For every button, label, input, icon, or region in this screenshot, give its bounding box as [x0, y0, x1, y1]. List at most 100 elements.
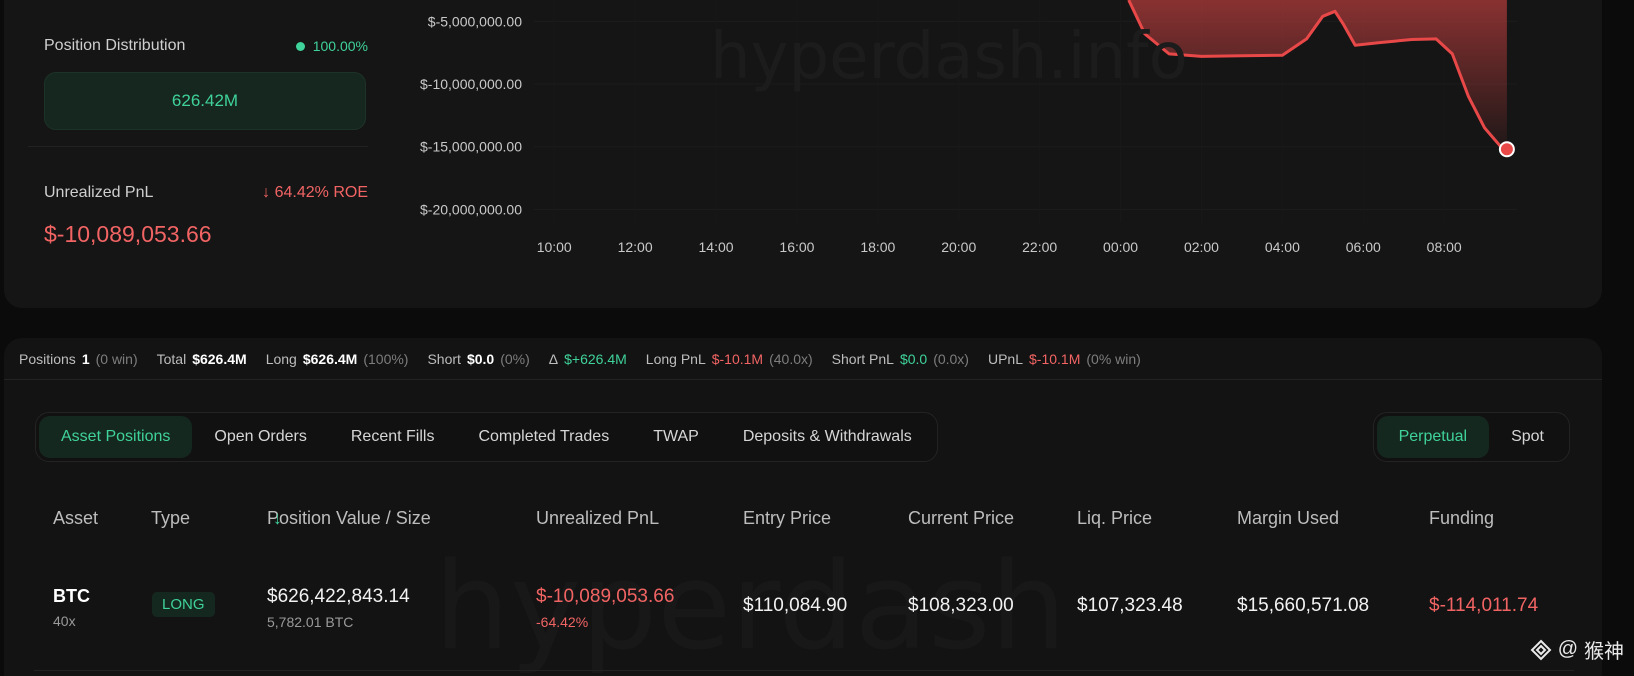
stat-label: Long — [265, 350, 297, 367]
corner-at: @ — [1557, 638, 1578, 660]
header-type[interactable]: Type — [151, 508, 190, 529]
diamond-logo-icon — [1530, 639, 1552, 660]
corner-watermark: @ 猴神 — [1530, 635, 1624, 664]
stat-value: 1 — [81, 350, 90, 367]
tab-open-orders[interactable]: Open Orders — [192, 416, 328, 458]
stat-label: UPnL — [987, 350, 1024, 367]
row-divider — [34, 670, 1574, 671]
funding: $-114,011.74 — [1429, 595, 1539, 616]
green-dot-icon — [295, 41, 305, 51]
cell-asset: BTC 40x — [53, 586, 90, 629]
stat-total: Total $626.4M — [157, 351, 247, 367]
market-toggle: Perpetual Spot — [1372, 412, 1570, 462]
x-tick-label: 02:00 — [1184, 239, 1219, 255]
current-price: $108,323.00 — [908, 595, 1014, 616]
tab-twap[interactable]: TWAP — [631, 416, 721, 458]
last-point-marker — [1498, 141, 1515, 158]
position-distribution-title: Position Distribution — [44, 37, 186, 54]
y-tick-label: $-5,000,000.00 — [428, 13, 522, 29]
y-tick-label: $-10,000,000.00 — [420, 76, 522, 92]
margin-used: $15,660,571.08 — [1237, 595, 1370, 616]
table-header: Asset Type Position Value / Size ↓ Unreal… — [4, 508, 1602, 538]
x-tick-label: 04:00 — [1265, 239, 1300, 255]
y-tick-label: $-15,000,000.00 — [420, 139, 522, 155]
x-tick-label: 18:00 — [860, 239, 895, 255]
position-distribution-bar-value: 626.42M — [171, 91, 239, 110]
header-funding[interactable]: Funding — [1429, 508, 1494, 529]
tab-completed-trades[interactable]: Completed Trades — [456, 416, 631, 458]
header-liq-price[interactable]: Liq. Price — [1077, 508, 1152, 529]
cell-unrealized-pnl: $-10,089,053.66 -64.42% — [536, 586, 674, 630]
positions-stats-bar: Positions 1 (0 win) Total $626.4M Long $… — [4, 338, 1602, 380]
position-distribution-bar: 626.42M — [44, 72, 366, 130]
arrow-down-icon: ↓ — [262, 184, 271, 201]
divider — [28, 146, 368, 147]
positions-tabs: Asset Positions Open Orders Recent Fills… — [35, 412, 938, 462]
pnl-chart-svg: $-5,000,000.00 $-10,000,000.00 $-15,000,00… — [420, 0, 1517, 255]
tab-deposits-withdrawals[interactable]: Deposits & Withdrawals — [721, 416, 934, 458]
stat-short-pnl: Short PnL $0.0 (0.0x) — [832, 351, 969, 367]
x-tick-label: 16:00 — [779, 239, 814, 255]
stat-sub: (40.0x) — [769, 350, 813, 367]
corner-name: 猴神 — [1584, 641, 1624, 663]
unrealized-pnl-roe: ↓ 64.42% ROE — [262, 184, 368, 202]
unrealized-pnl-value: $-10,089,053.66 — [44, 221, 212, 247]
stat-sub: (0.0x) — [933, 350, 969, 367]
tab-recent-fills[interactable]: Recent Fills — [329, 416, 457, 458]
stat-long-pnl: Long PnL $-10.1M (40.0x) — [646, 351, 813, 367]
position-size: 5,782.01 BTC — [267, 614, 354, 630]
type-badge: LONG — [152, 592, 215, 617]
x-tick-label: 12:00 — [618, 239, 653, 255]
x-tick-label: 06:00 — [1346, 239, 1381, 255]
stat-value: $+626.4M — [564, 350, 627, 367]
position-distribution-percent-value: 100.00% — [312, 38, 368, 54]
position-value: $626,422,843.14 — [267, 586, 410, 607]
summary-column: Position Distribution 100.00% 626.42M Un… — [4, 0, 384, 308]
unrealized-pnl-title: Unrealized PnL — [44, 184, 154, 201]
header-entry-price[interactable]: Entry Price — [743, 508, 831, 529]
tab-asset-positions[interactable]: Asset Positions — [39, 416, 193, 458]
header-unrealized-pnl[interactable]: Unrealized PnL — [536, 508, 659, 529]
unrealized-pnl-roe-value: 64.42% ROE — [274, 184, 368, 201]
stat-label: Short — [427, 350, 461, 367]
toggle-spot[interactable]: Spot — [1489, 416, 1566, 458]
stat-sub: (0 win) — [95, 350, 138, 367]
asset-leverage: 40x — [53, 613, 76, 629]
header-margin-used[interactable]: Margin Used — [1237, 508, 1339, 529]
pnl-chart[interactable]: hyperdash.info $-5,000,000.00 $-10,000,00… — [384, 0, 1602, 308]
stat-sub: (0%) — [500, 350, 530, 367]
x-tick-label: 00:00 — [1103, 239, 1138, 255]
stat-sub: (100%) — [363, 350, 409, 367]
upnl-percent: -64.42% — [536, 614, 589, 630]
x-tick-label: 22:00 — [1022, 239, 1057, 255]
y-tick-label: $-20,000,000.00 — [420, 201, 522, 217]
stat-value: $626.4M — [192, 350, 247, 367]
stat-label: Total — [156, 350, 187, 367]
table-row[interactable]: BTC 40x LONG $626,422,843.14 5,782.01 BT… — [4, 586, 1602, 656]
toggle-perpetual[interactable]: Perpetual — [1376, 416, 1490, 458]
stat-positions: Positions 1 (0 win) — [19, 351, 138, 367]
stat-label: Positions — [19, 350, 76, 367]
x-tick-label: 10:00 — [537, 239, 572, 255]
page: Position Distribution 100.00% 626.42M Un… — [0, 0, 1634, 676]
x-tick-label: 14:00 — [699, 239, 734, 255]
sort-arrow-down-icon: ↓ — [273, 508, 282, 528]
header-current-price[interactable]: Current Price — [908, 508, 1014, 529]
x-tick-label: 08:00 — [1427, 239, 1462, 255]
stat-sub: (0% win) — [1086, 350, 1141, 367]
stat-value: $626.4M — [302, 350, 358, 367]
liq-price: $107,323.48 — [1077, 595, 1183, 616]
header-asset[interactable]: Asset — [53, 508, 98, 529]
pnl-overview-panel: Position Distribution 100.00% 626.42M Un… — [4, 0, 1602, 308]
position-distribution-percent: 100.00% — [295, 38, 368, 54]
entry-price: $110,084.90 — [743, 595, 848, 616]
stat-label: Δ — [548, 350, 559, 367]
x-tick-label: 20:00 — [941, 239, 976, 255]
stat-value: $0.0 — [899, 350, 928, 367]
positions-panel: hyperdash Positions 1 (0 win) Total $626… — [4, 338, 1602, 676]
stat-label: Short PnL — [831, 350, 894, 367]
upnl-value: $-10,089,053.66 — [536, 586, 675, 607]
stat-value: $-10.1M — [711, 350, 764, 367]
stat-long: Long $626.4M (100%) — [266, 351, 409, 367]
cell-type: LONG — [152, 592, 215, 617]
